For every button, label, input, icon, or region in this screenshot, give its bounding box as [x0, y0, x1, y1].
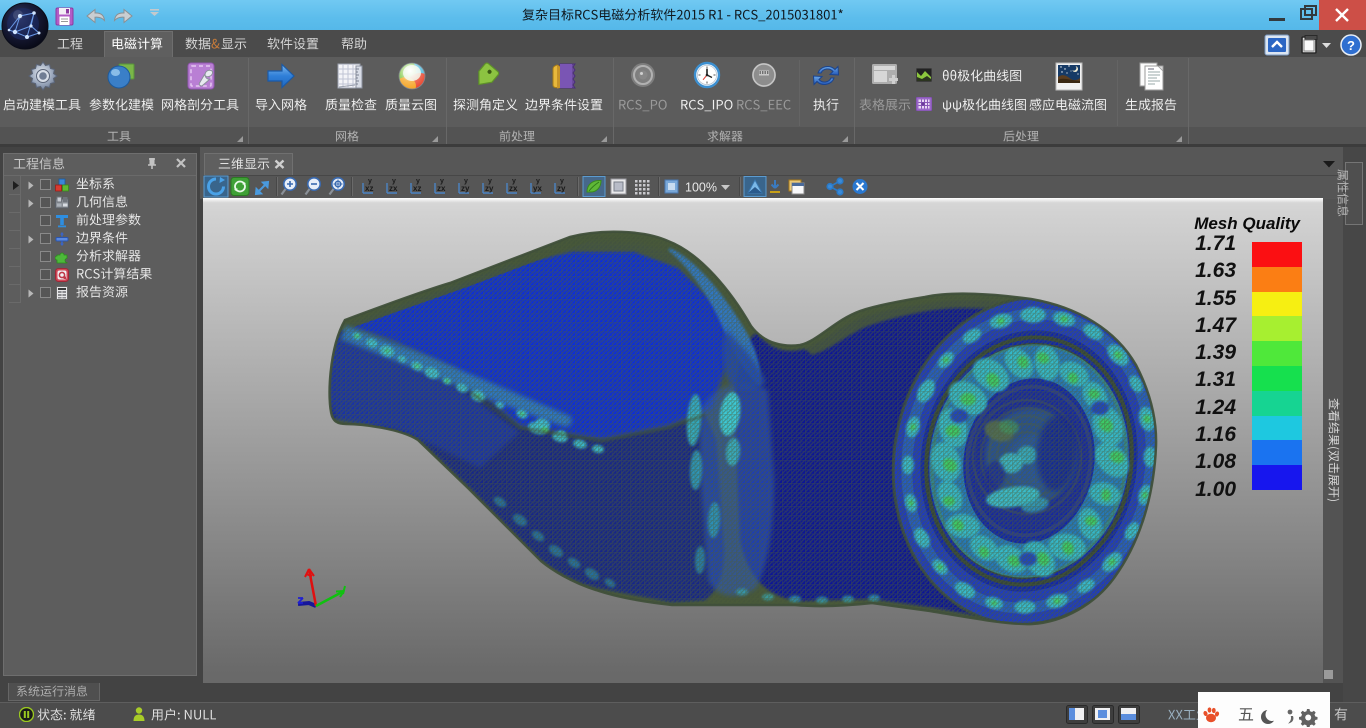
svg-text:zy: zy — [485, 184, 494, 193]
svg-text:y: y — [416, 178, 420, 185]
svg-text:y: y — [392, 178, 396, 185]
svg-text:y: y — [560, 178, 564, 185]
svg-text:xz: xz — [413, 184, 421, 193]
svg-text:y: y — [368, 178, 372, 185]
svg-text:zy: zy — [557, 184, 566, 193]
svg-text:y: y — [512, 178, 516, 185]
svg-text:100%: 100% — [685, 181, 717, 195]
svg-text:zy: zy — [461, 184, 470, 193]
svg-text:zx: zx — [509, 184, 518, 193]
svg-text:zx: zx — [389, 184, 398, 193]
svg-text:y: y — [440, 178, 444, 185]
svg-text:y: y — [536, 178, 540, 185]
svg-text:y: y — [488, 178, 492, 185]
svg-text:zx: zx — [437, 184, 446, 193]
svg-text:xz: xz — [365, 184, 373, 193]
svg-text:?: ? — [1347, 38, 1355, 53]
svg-text:yx: yx — [533, 184, 542, 193]
svg-text:y: y — [464, 178, 468, 185]
